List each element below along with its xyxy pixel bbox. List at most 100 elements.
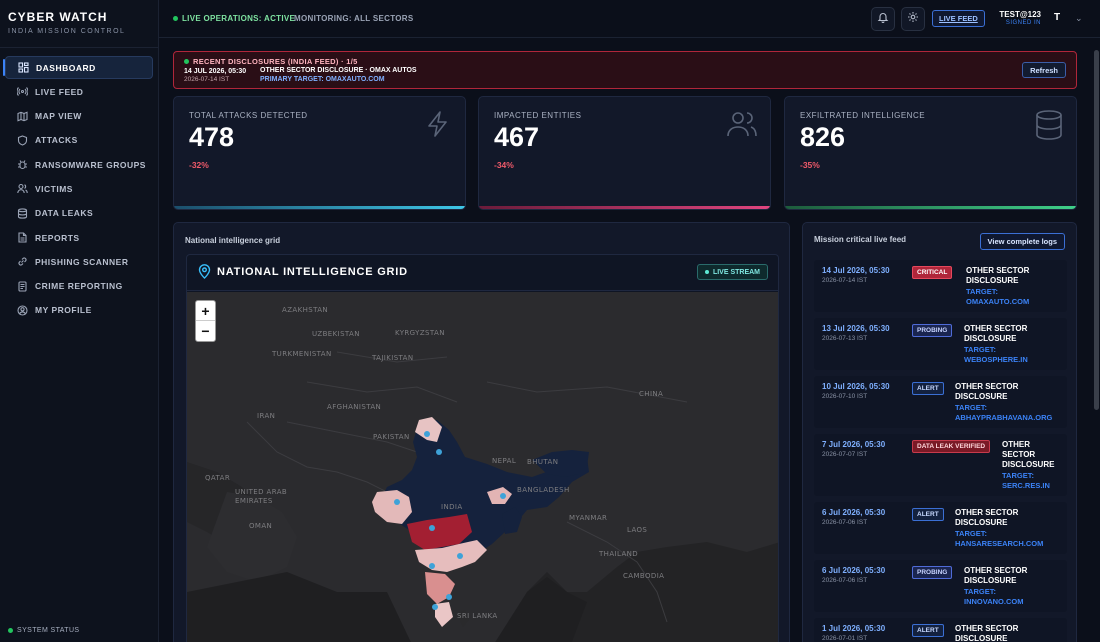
map-label-india: INDIA bbox=[441, 503, 463, 511]
sidebar-item-my-profile[interactable]: MY PROFILE bbox=[5, 299, 153, 322]
feed-item[interactable]: 10 Jul 2026, 05:30 2026-07-10 IST ALERT … bbox=[814, 376, 1067, 428]
map-label-oman: OMAN bbox=[249, 522, 273, 530]
sidebar-item-crime-reporting[interactable]: CRIME REPORTING bbox=[5, 275, 153, 298]
live-operations-label: LIVE OPERATIONS: ACTIVE bbox=[182, 14, 296, 23]
broadcast-icon bbox=[17, 86, 28, 97]
sidebar-item-label: MAP VIEW bbox=[35, 111, 82, 122]
feed-item-date-ist: 2026-07-14 IST bbox=[822, 277, 868, 284]
sidebar-nav: DASHBOARD LIVE FEED MAP VIEW ATTACKS RAN… bbox=[0, 48, 158, 322]
system-status-label: SYSTEM STATUS bbox=[17, 627, 80, 634]
stat-label: EXFILTRATED INTELLIGENCE bbox=[800, 111, 926, 120]
sidebar-item-label: DASHBOARD bbox=[36, 62, 96, 73]
stat-change: -34% bbox=[494, 160, 514, 170]
sidebar-item-data-leaks[interactable]: DATA LEAKS bbox=[5, 202, 153, 225]
map-label-pakistan: PAKISTAN bbox=[373, 433, 410, 441]
feed-item-date: 10 Jul 2026, 05:30 bbox=[822, 382, 890, 391]
feed-item-date-ist: 2026-07-06 IST bbox=[822, 577, 868, 584]
avatar[interactable]: T bbox=[1054, 12, 1060, 23]
feed-item-target[interactable]: TARGET: INNOVANO.COM bbox=[964, 587, 1056, 606]
feed-item[interactable]: 14 Jul 2026, 05:30 2026-07-14 IST CRITIC… bbox=[814, 260, 1067, 312]
feed-item[interactable]: 1 Jul 2026, 05:30 2026-07-01 IST ALERT O… bbox=[814, 618, 1067, 642]
file-icon bbox=[17, 232, 28, 243]
map-panel: National intelligence grid NATIONAL INTE… bbox=[173, 222, 790, 642]
live-stream-badge[interactable]: LIVE STREAM bbox=[696, 264, 768, 280]
map-icon bbox=[17, 111, 28, 122]
feed-item-title: OTHER SECTOR DISCLOSURE bbox=[955, 508, 1019, 527]
alert-target[interactable]: PRIMARY TARGET: OMAXAUTO.COM bbox=[260, 76, 385, 83]
user-info[interactable]: TEST@123 SIGNED IN bbox=[997, 10, 1041, 26]
chevron-down-icon[interactable]: ⌄ bbox=[1075, 13, 1083, 24]
user-circle-icon bbox=[17, 305, 28, 316]
alert-date: 14 JUL 2026, 05:30 bbox=[184, 68, 247, 75]
sidebar-item-label: REPORTS bbox=[35, 232, 80, 243]
feed-item-target[interactable]: TARGET: WEBOSPHERE.IN bbox=[964, 345, 1056, 364]
feed-item-target[interactable]: TARGET: OMAXAUTO.COM bbox=[966, 287, 1056, 306]
severity-badge: PROBING bbox=[912, 566, 953, 579]
map-canvas[interactable]: + − AZAKHSTAN UZBEKISTAN KYRGYZSTAN TURK… bbox=[187, 292, 778, 642]
sidebar-item-reports[interactable]: REPORTS bbox=[5, 226, 153, 249]
database-icon bbox=[1034, 109, 1064, 146]
feed-item-title: OTHER SECTOR DISCLOSURE bbox=[1002, 440, 1055, 469]
severity-badge: DATA LEAK VERIFIED bbox=[912, 440, 991, 453]
sidebar: CYBER WATCH INDIA MISSION CONTROL DASHBO… bbox=[0, 0, 159, 642]
map-panel-title: National intelligence grid bbox=[185, 236, 281, 245]
map-label-turkmenistan: TURKMENISTAN bbox=[272, 350, 332, 358]
intelligence-grid-map: NATIONAL INTELLIGENCE GRID LIVE STREAM +… bbox=[186, 254, 779, 642]
feed-item-date: 14 Jul 2026, 05:30 bbox=[822, 266, 890, 275]
feed-item-date: 13 Jul 2026, 05:30 bbox=[822, 324, 890, 333]
feed-item-target[interactable]: TARGET: SERC.RES.IN bbox=[1002, 471, 1062, 490]
sidebar-item-victims[interactable]: VICTIMS bbox=[5, 177, 153, 200]
brand-subtitle: INDIA MISSION CONTROL bbox=[8, 28, 126, 35]
user-name: TEST@123 bbox=[999, 10, 1041, 19]
feed-title: Mission critical live feed bbox=[814, 235, 907, 244]
map-label-bhutan: BHUTAN bbox=[527, 458, 559, 466]
sidebar-item-phishing-scanner[interactable]: PHISHING SCANNER bbox=[5, 250, 153, 273]
map-geography bbox=[187, 292, 778, 642]
sidebar-item-label: DATA LEAKS bbox=[35, 208, 94, 219]
refresh-button[interactable]: Refresh bbox=[1022, 62, 1066, 78]
feed-item-target[interactable]: TARGET: ABHAYPRABHAVANA.ORG bbox=[955, 403, 1063, 422]
map-label-sri-lanka: SRI LANKA bbox=[457, 612, 498, 620]
live-dot-icon bbox=[184, 59, 189, 64]
alert-heading-text: RECENT DISCLOSURES (INDIA FEED) · 1/5 bbox=[193, 57, 358, 66]
page-scrollbar[interactable] bbox=[1094, 50, 1099, 410]
feed-item-title: OTHER SECTOR DISCLOSURE bbox=[964, 566, 1028, 585]
feed-item[interactable]: 6 Jul 2026, 05:30 2026-07-06 IST ALERT O… bbox=[814, 502, 1067, 554]
stat-accent-bar bbox=[785, 206, 1076, 209]
sidebar-item-label: ATTACKS bbox=[35, 135, 78, 146]
system-status[interactable]: SYSTEM STATUS bbox=[8, 627, 80, 634]
sidebar-item-attacks[interactable]: ATTACKS bbox=[5, 129, 153, 152]
stat-accent-bar bbox=[174, 206, 465, 209]
sidebar-item-ransomware-groups[interactable]: RANSOMWARE GROUPS bbox=[5, 153, 153, 176]
live-feed-button[interactable]: LIVE FEED bbox=[932, 10, 985, 27]
map-label-bangladesh: BANGLADESH bbox=[517, 486, 570, 494]
shield-icon bbox=[17, 135, 28, 146]
feed-item[interactable]: 13 Jul 2026, 05:30 2026-07-13 IST PROBIN… bbox=[814, 318, 1067, 370]
live-operations-status: LIVE OPERATIONS: ACTIVE bbox=[173, 14, 295, 23]
map-label-nepal: NEPAL bbox=[492, 457, 517, 465]
sidebar-item-label: VICTIMS bbox=[35, 183, 73, 194]
zoom-in-button[interactable]: + bbox=[196, 301, 215, 321]
sidebar-item-live-feed[interactable]: LIVE FEED bbox=[5, 80, 153, 103]
sidebar-item-dashboard[interactable]: DASHBOARD bbox=[5, 56, 153, 79]
stat-change: -35% bbox=[800, 160, 820, 170]
feed-item-title: OTHER SECTOR DISCLOSURE bbox=[966, 266, 1030, 285]
view-complete-logs-button[interactable]: View complete logs bbox=[979, 233, 1065, 250]
zoom-out-button[interactable]: − bbox=[196, 321, 215, 341]
feed-item[interactable]: 6 Jul 2026, 05:30 2026-07-06 IST PROBING… bbox=[814, 560, 1067, 612]
map-label-china: CHINA bbox=[639, 390, 664, 398]
map-label-laos: LAOS bbox=[627, 526, 648, 534]
sidebar-item-map-view[interactable]: MAP VIEW bbox=[5, 105, 153, 128]
feed-item-date: 7 Jul 2026, 05:30 bbox=[822, 440, 886, 449]
map-label-myanmar: MYANMAR bbox=[569, 514, 608, 522]
notifications-button[interactable] bbox=[871, 7, 895, 31]
stat-value: 467 bbox=[494, 122, 540, 152]
feed-item-target[interactable]: TARGET: HANSARESEARCH.COM bbox=[955, 529, 1060, 548]
map-label-tajikistan: TAJIKISTAN bbox=[372, 354, 414, 362]
live-feed-panel: Mission critical live feed View complete… bbox=[802, 222, 1077, 642]
lightning-icon bbox=[423, 109, 453, 144]
feed-item-date: 6 Jul 2026, 05:30 bbox=[822, 508, 886, 517]
settings-button[interactable] bbox=[901, 7, 925, 31]
severity-badge: PROBING bbox=[912, 324, 953, 337]
feed-item[interactable]: 7 Jul 2026, 05:30 2026-07-07 IST DATA LE… bbox=[814, 434, 1067, 496]
